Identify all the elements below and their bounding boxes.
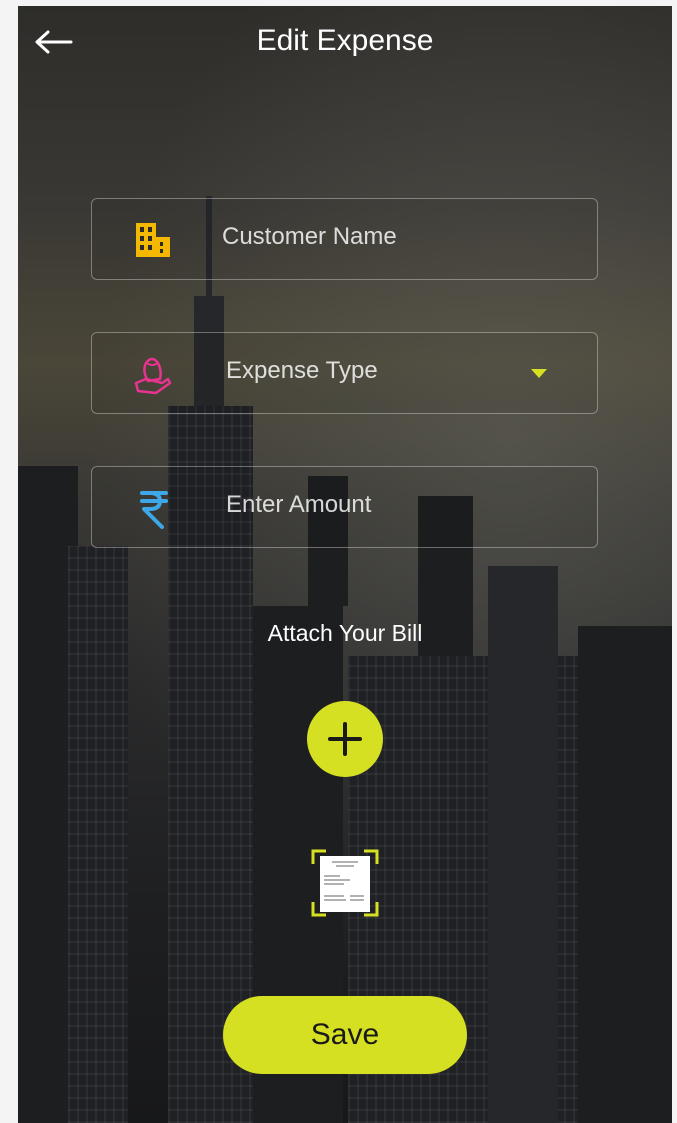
skyline-building (578, 626, 672, 1123)
rupee-icon (140, 491, 168, 529)
page-title: Edit Expense (256, 24, 434, 57)
amount-field[interactable]: Enter Amount (91, 466, 598, 548)
add-attachment-button[interactable] (307, 701, 383, 777)
customer-name-input[interactable]: Customer Name (222, 223, 397, 251)
skyline-building (488, 566, 558, 1123)
expense-type-dropdown[interactable]: Expense Type (91, 332, 598, 414)
plus-icon (328, 722, 362, 756)
money-bag-hand-icon (134, 357, 172, 395)
app-screen: Edit Expense Customer Name Expense Type (18, 6, 672, 1123)
receipt-scan-icon (311, 849, 379, 917)
chevron-down-icon (531, 369, 547, 378)
amount-input[interactable]: Enter Amount (226, 491, 371, 519)
save-button[interactable]: Save (223, 996, 467, 1074)
receipt-thumbnail[interactable] (310, 848, 380, 918)
top-bar: Edit Expense (18, 6, 672, 78)
expense-type-label: Expense Type (226, 357, 378, 384)
customer-name-field[interactable]: Customer Name (91, 198, 598, 280)
building-icon (136, 223, 170, 257)
attach-bill-label: Attach Your Bill (267, 620, 423, 646)
